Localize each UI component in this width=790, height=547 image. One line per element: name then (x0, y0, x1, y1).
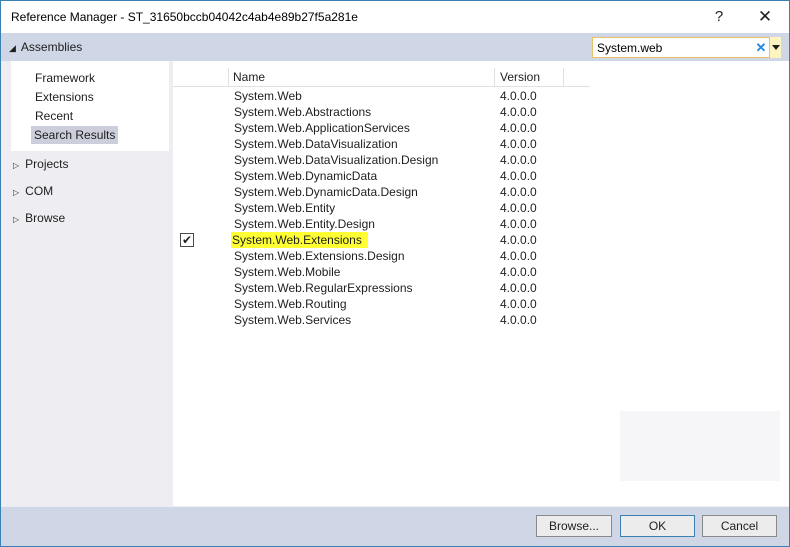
assembly-name: System.Web.Entity.Design (234, 217, 375, 231)
assembly-version: 4.0.0.0 (500, 153, 537, 167)
assembly-version: 4.0.0.0 (500, 169, 537, 183)
nav-projects[interactable]: ▷ Projects (13, 157, 69, 171)
assembly-rows: System.Web 4.0.0.0 System.Web.Abstractions… (173, 88, 590, 328)
assembly-version: 4.0.0.0 (500, 105, 537, 119)
search-input[interactable] (593, 38, 755, 57)
browse-button[interactable]: Browse... (536, 515, 612, 537)
assembly-version: 4.0.0.0 (500, 217, 537, 231)
nav-extensions[interactable]: Extensions (33, 88, 96, 106)
assembly-version: 4.0.0.0 (500, 249, 537, 263)
table-row[interactable]: System.Web.DynamicData.Design 4.0.0.0 (173, 184, 590, 200)
detail-pane (590, 61, 789, 506)
assembly-name: System.Web.DynamicData.Design (234, 185, 418, 199)
assembly-version: 4.0.0.0 (500, 281, 537, 295)
assembly-version: 4.0.0.0 (500, 297, 537, 311)
nav-com-label: COM (25, 184, 54, 198)
table-row[interactable]: ✔ System.Web.Extensions 4.0.0.0 (173, 232, 590, 248)
table-row[interactable]: System.Web.Entity.Design 4.0.0.0 (173, 216, 590, 232)
nav-browse-label: Browse (25, 211, 66, 225)
checkbox-column-header[interactable] (173, 68, 229, 86)
assembly-name: System.Web.Extensions (231, 232, 368, 248)
assembly-name: System.Web.DynamicData (234, 169, 378, 183)
table-row[interactable]: System.Web.Extensions.Design 4.0.0.0 (173, 248, 590, 264)
assemblies-label: Assemblies (20, 40, 83, 54)
assembly-version: 4.0.0.0 (500, 89, 537, 103)
close-icon[interactable]: ✕ (745, 5, 785, 29)
assembly-name: System.Web.Services (234, 313, 352, 327)
assembly-version: 4.0.0.0 (500, 233, 537, 247)
row-checkbox[interactable]: ✔ (180, 233, 194, 247)
table-row[interactable]: System.Web.Routing 4.0.0.0 (173, 296, 590, 312)
nav-browse[interactable]: ▷ Browse (13, 211, 65, 225)
assembly-version: 4.0.0.0 (500, 121, 537, 135)
assembly-list: Name Version System.Web 4.0.0.0 System.Web… (173, 61, 590, 506)
assembly-name: System.Web.ApplicationServices (234, 121, 410, 135)
detail-placeholder (620, 411, 780, 481)
assembly-name: System.Web.RegularExpressions (234, 281, 413, 295)
table-row[interactable]: System.Web.DynamicData 4.0.0.0 (173, 168, 590, 184)
collapsed-triangle-icon: ▷ (13, 188, 20, 197)
assembly-name: System.Web.DataVisualization (234, 137, 398, 151)
nav-com[interactable]: ▷ COM (13, 184, 53, 198)
window-title: Reference Manager - ST_31650bccb04042c4a… (11, 10, 358, 24)
column-header: Name Version (173, 68, 590, 87)
assembly-version: 4.0.0.0 (500, 313, 537, 327)
assembly-name: System.Web (234, 89, 302, 103)
table-row[interactable]: System.Web.DataVisualization 4.0.0.0 (173, 136, 590, 152)
assembly-name: System.Web.Extensions.Design (234, 249, 405, 263)
collapsed-triangle-icon: ▷ (13, 215, 20, 224)
table-row[interactable]: System.Web.Entity 4.0.0.0 (173, 200, 590, 216)
cancel-button[interactable]: Cancel (702, 515, 777, 537)
name-column-header[interactable]: Name (229, 68, 495, 86)
version-column-header[interactable]: Version (496, 68, 564, 86)
expanded-triangle-icon: ◢ (9, 43, 16, 53)
nav-projects-label: Projects (25, 157, 69, 171)
ok-button[interactable]: OK (620, 515, 695, 537)
assembly-name: System.Web.Mobile (234, 265, 341, 279)
table-row[interactable]: System.Web.DataVisualization.Design 4.0.0… (173, 152, 590, 168)
table-row[interactable]: System.Web.Services 4.0.0.0 (173, 312, 590, 328)
assemblies-header[interactable]: ◢ Assemblies (9, 40, 82, 54)
help-icon[interactable]: ? (699, 5, 739, 29)
table-row[interactable]: System.Web.ApplicationServices 4.0.0.0 (173, 120, 590, 136)
nav-framework[interactable]: Framework (33, 69, 97, 87)
assembly-name: System.Web.Abstractions (234, 105, 372, 119)
reference-manager-dialog: Reference Manager - ST_31650bccb04042c4a… (0, 0, 790, 547)
assembly-name: System.Web.Entity (234, 201, 336, 215)
assembly-name: System.Web.DataVisualization.Design (234, 153, 439, 167)
title-bar: Reference Manager - ST_31650bccb04042c4a… (1, 1, 789, 33)
assembly-version: 4.0.0.0 (500, 265, 537, 279)
clear-search-icon[interactable]: ✕ (755, 39, 767, 56)
nav-recent[interactable]: Recent (33, 107, 75, 125)
assembly-version: 4.0.0.0 (500, 137, 537, 151)
table-row[interactable]: System.Web.Abstractions 4.0.0.0 (173, 104, 590, 120)
table-row[interactable]: System.Web 4.0.0.0 (173, 88, 590, 104)
assembly-version: 4.0.0.0 (500, 185, 537, 199)
table-row[interactable]: System.Web.RegularExpressions 4.0.0.0 (173, 280, 590, 296)
nav-search-results[interactable]: Search Results (31, 126, 119, 144)
table-row[interactable]: System.Web.Mobile 4.0.0.0 (173, 264, 590, 280)
search-box: ✕ (592, 37, 781, 58)
assembly-version: 4.0.0.0 (500, 201, 537, 215)
assembly-name: System.Web.Routing (234, 297, 347, 311)
left-nav: Framework Extensions Recent Search Resul… (1, 61, 173, 508)
button-bar: Browse... OK Cancel (1, 507, 789, 546)
collapsed-triangle-icon: ▷ (13, 161, 20, 170)
search-options-dropdown-icon[interactable] (769, 37, 781, 58)
